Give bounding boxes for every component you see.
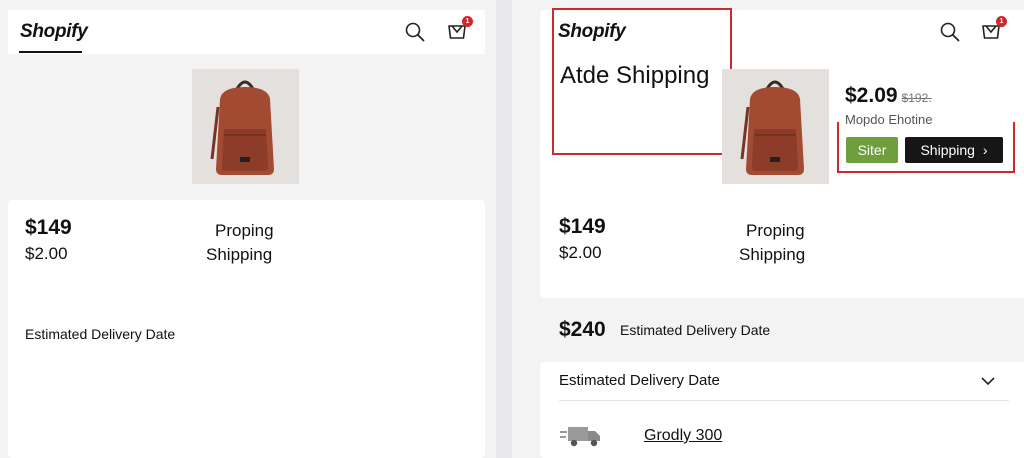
shipping-price: $2.00 [25, 244, 68, 263]
search-icon[interactable] [939, 21, 961, 43]
panel-divider [496, 0, 512, 458]
shipping-label: Shipping [206, 245, 273, 264]
delivery-date-dropdown-label[interactable]: Estimated Delivery Date [559, 372, 720, 389]
offer-price-value: $2.09 [845, 84, 898, 107]
shipping-label: Shipping [739, 245, 806, 264]
right-panel: Shopify 1 Atde Shipping $2.09 $192. Mopdo… [512, 0, 1024, 458]
divider [559, 400, 1009, 401]
item-price: $149 [559, 215, 606, 238]
order-summary-card: $149 $2.00 Proping Shipping Estimated De… [8, 200, 485, 458]
shipping-button[interactable]: Shipping › [905, 137, 1003, 163]
proping-label: Proping [746, 221, 805, 240]
chevron-down-icon[interactable] [980, 373, 996, 389]
header: Shopify 1 [8, 10, 485, 54]
proping-label: Proping [215, 221, 274, 240]
total-price: $240 [559, 318, 606, 341]
shipping-price: $2.00 [559, 243, 602, 262]
total-label: Estimated Delivery Date [620, 322, 771, 338]
delivery-card: Estimated Delivery Date Grodly 300 [540, 362, 1024, 458]
chevron-right-icon: › [982, 142, 988, 158]
item-price: $149 [25, 216, 72, 239]
highlight-title: Atde Shipping [560, 62, 710, 89]
shipping-button-label: Shipping [920, 142, 975, 158]
cart-badge: 1 [462, 16, 473, 27]
product-image[interactable] [192, 69, 299, 184]
cart-icon[interactable]: 1 [980, 16, 1007, 43]
left-panel: Shopify 1 $149 $2.00 Proping Shipping Es… [0, 0, 496, 458]
siter-button[interactable]: Siter [846, 137, 898, 163]
offer-old-price: $192. [901, 91, 932, 105]
offer-price: $2.09 $192. [845, 84, 932, 108]
cart-badge: 1 [996, 16, 1007, 27]
shipping-option-link[interactable]: Grodly 300 [644, 427, 722, 445]
product-image[interactable] [722, 69, 829, 184]
search-icon[interactable] [404, 21, 426, 43]
cart-icon[interactable]: 1 [446, 16, 473, 43]
logo-underline [19, 51, 82, 53]
truck-icon [560, 424, 602, 448]
delivery-date-label: Estimated Delivery Date [25, 326, 176, 342]
shopify-logo[interactable]: Shopify [20, 21, 88, 43]
